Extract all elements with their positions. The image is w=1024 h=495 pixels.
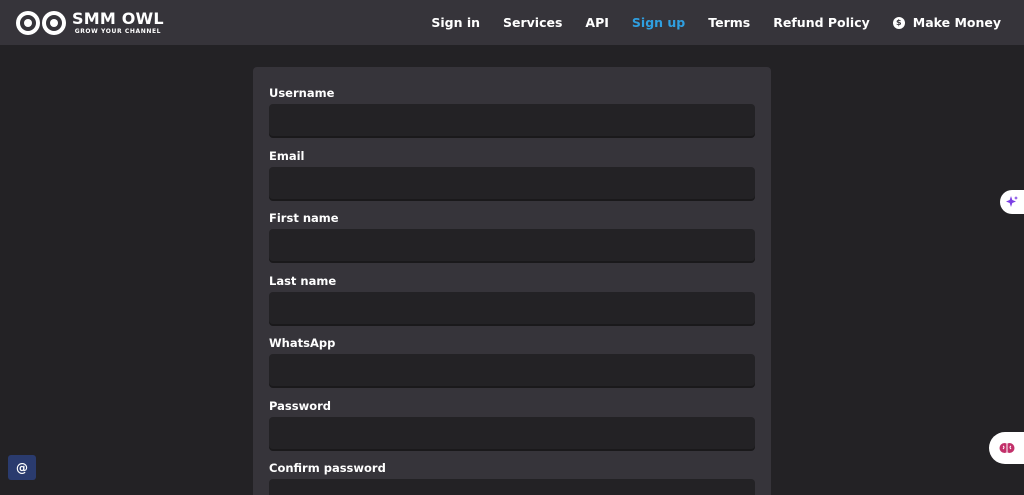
whatsapp-input[interactable] xyxy=(269,354,755,388)
signup-form: Username Email First name Last name What… xyxy=(253,67,771,495)
confirm-password-label: Confirm password xyxy=(269,461,386,475)
nav-make-money-label: Make Money xyxy=(912,15,1001,30)
confirm-password-input[interactable] xyxy=(269,479,755,495)
sparkle-icon xyxy=(1006,196,1018,207)
nav-sign-in[interactable]: Sign in xyxy=(431,15,480,30)
username-input[interactable] xyxy=(269,104,755,138)
password-label: Password xyxy=(269,399,331,413)
email-label: Email xyxy=(269,149,305,163)
nav-refund-policy[interactable]: Refund Policy xyxy=(773,15,870,30)
brand-text: SMM OWL GROW YOUR CHANNEL xyxy=(72,9,164,36)
owl-left-eye xyxy=(16,10,40,35)
email-input[interactable] xyxy=(269,167,755,201)
main-nav: Sign in Services API Sign up Terms Refun… xyxy=(408,0,1001,45)
brand-logo[interactable]: SMM OWL GROW YOUR CHANNEL xyxy=(16,10,164,35)
brand-tagline: GROW YOUR CHANNEL xyxy=(74,28,162,35)
nav-make-money[interactable]: $ Make Money xyxy=(892,15,1001,30)
username-label: Username xyxy=(269,86,335,100)
password-input[interactable] xyxy=(269,417,755,451)
first-name-input[interactable] xyxy=(269,229,755,263)
last-name-label: Last name xyxy=(269,274,337,288)
chat-contact-button[interactable]: @ xyxy=(8,455,36,480)
nav-terms[interactable]: Terms xyxy=(708,15,750,30)
nav-services[interactable]: Services xyxy=(503,15,562,30)
last-name-input[interactable] xyxy=(269,292,755,326)
brain-widget-tab[interactable] xyxy=(989,432,1024,464)
nav-sign-up[interactable]: Sign up xyxy=(632,15,685,30)
brand-title: SMM OWL xyxy=(72,9,164,28)
brain-icon xyxy=(999,443,1014,453)
top-navbar: SMM OWL GROW YOUR CHANNEL Sign in Servic… xyxy=(0,0,1024,45)
owl-eyes-icon xyxy=(16,10,66,35)
ai-assistant-tab[interactable] xyxy=(1000,190,1024,214)
owl-right-eye xyxy=(42,10,66,35)
dollar-coin-icon: $ xyxy=(892,16,905,29)
at-icon: @ xyxy=(16,460,28,475)
first-name-label: First name xyxy=(269,211,339,225)
nav-api[interactable]: API xyxy=(585,15,609,30)
whatsapp-label: WhatsApp xyxy=(269,336,336,350)
